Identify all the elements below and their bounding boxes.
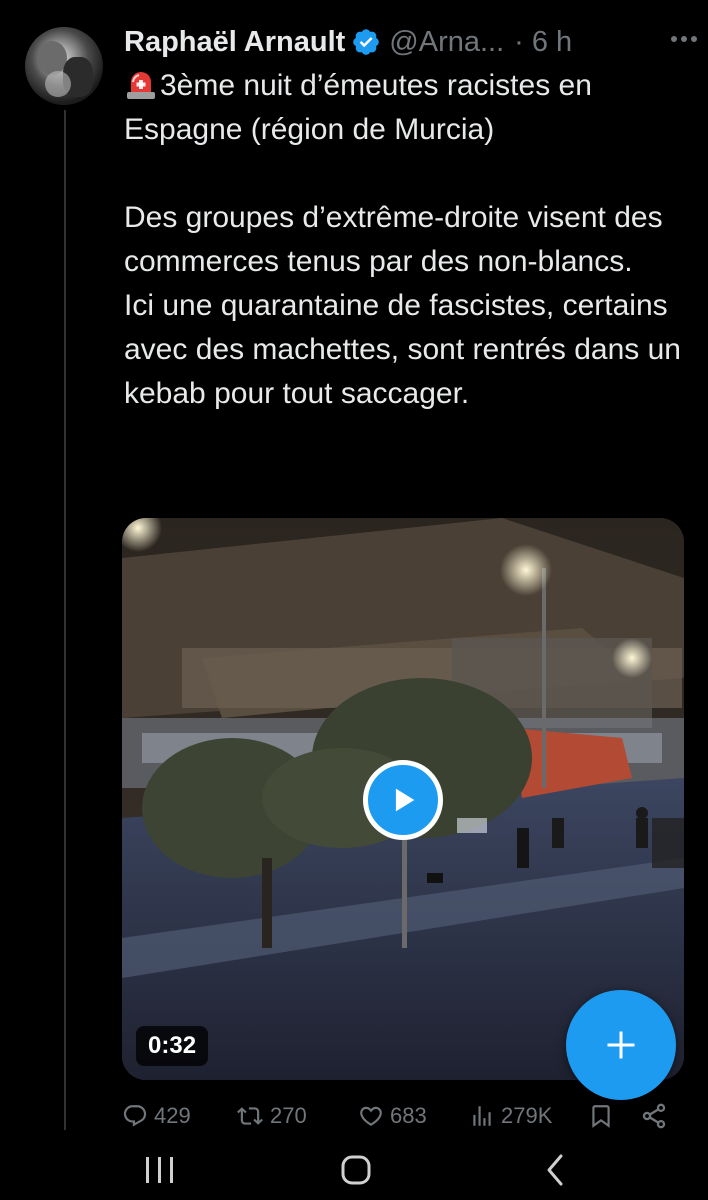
like-button[interactable]: 683 xyxy=(358,1094,427,1138)
retweet-count: 270 xyxy=(270,1103,307,1128)
thread-line xyxy=(64,110,66,1130)
share-button[interactable] xyxy=(640,1094,674,1138)
views-count: 279K xyxy=(501,1103,553,1128)
bookmark-button[interactable] xyxy=(588,1094,620,1138)
back-icon xyxy=(547,1154,563,1186)
like-count: 683 xyxy=(390,1103,427,1128)
author-handle[interactable]: @Arna... xyxy=(389,26,504,59)
home-button[interactable] xyxy=(306,1140,406,1200)
back-button[interactable] xyxy=(506,1140,606,1200)
tweet-body: 3ème nuit d’émeutes racistes en Espagne … xyxy=(124,69,681,410)
tweet-time[interactable]: 6 h xyxy=(532,26,572,59)
heart-icon xyxy=(360,1106,382,1126)
time-separator: · xyxy=(514,25,524,58)
more-options-icon[interactable] xyxy=(671,36,697,42)
system-navigation-bar xyxy=(0,1140,708,1200)
tweet-text: 3ème nuit d’émeutes racistes en Espagne … xyxy=(124,64,694,416)
verified-badge-icon xyxy=(351,27,381,57)
recent-apps-icon xyxy=(146,1157,173,1183)
home-icon xyxy=(341,1155,371,1185)
tweet-header: Raphaël Arnault @Arna... · 6 h xyxy=(124,24,572,60)
views-button[interactable]: 279K xyxy=(469,1094,552,1138)
plus-icon xyxy=(607,1031,635,1059)
video-duration: 0:32 xyxy=(136,1026,209,1066)
siren-emoji-icon xyxy=(124,68,158,100)
reply-count: 429 xyxy=(154,1103,191,1128)
retweet-icon xyxy=(237,1107,263,1125)
bookmark-icon xyxy=(592,1105,610,1128)
reply-icon xyxy=(123,1105,147,1127)
analytics-icon xyxy=(473,1106,491,1126)
reply-button[interactable]: 429 xyxy=(122,1094,191,1138)
tweet-actions: 429 270 683 279K xyxy=(122,1094,682,1138)
retweet-button[interactable]: 270 xyxy=(236,1094,307,1138)
play-icon xyxy=(395,788,415,812)
compose-button[interactable] xyxy=(566,990,676,1100)
share-icon xyxy=(642,1103,666,1129)
author-name[interactable]: Raphaël Arnault xyxy=(124,26,345,59)
avatar[interactable] xyxy=(25,27,103,105)
play-button[interactable] xyxy=(363,760,443,840)
recent-apps-button[interactable] xyxy=(110,1140,210,1200)
